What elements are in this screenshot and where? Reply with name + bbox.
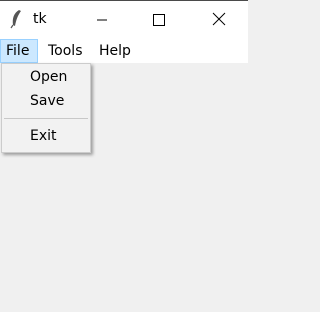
minimize-button[interactable]	[79, 1, 125, 39]
menu-help[interactable]: Help	[94, 39, 136, 63]
menu-item-open[interactable]: Open	[30, 69, 67, 85]
window-title: tk	[33, 11, 47, 27]
close-button[interactable]	[196, 1, 242, 39]
menu-bar: File Tools Help	[0, 39, 248, 63]
menu-item-exit[interactable]: Exit	[30, 128, 57, 144]
feather-icon	[8, 9, 24, 29]
maximize-icon	[153, 11, 165, 30]
maximize-button[interactable]	[136, 1, 182, 39]
menu-file[interactable]: File	[0, 39, 38, 63]
title-bar[interactable]: tk	[0, 0, 248, 39]
file-dropdown-menu: Open Save Exit	[1, 63, 91, 153]
minimize-icon	[96, 11, 108, 30]
close-icon	[212, 11, 226, 30]
menu-separator	[4, 118, 88, 119]
menu-item-save[interactable]: Save	[30, 93, 64, 109]
menu-tools[interactable]: Tools	[43, 39, 88, 63]
